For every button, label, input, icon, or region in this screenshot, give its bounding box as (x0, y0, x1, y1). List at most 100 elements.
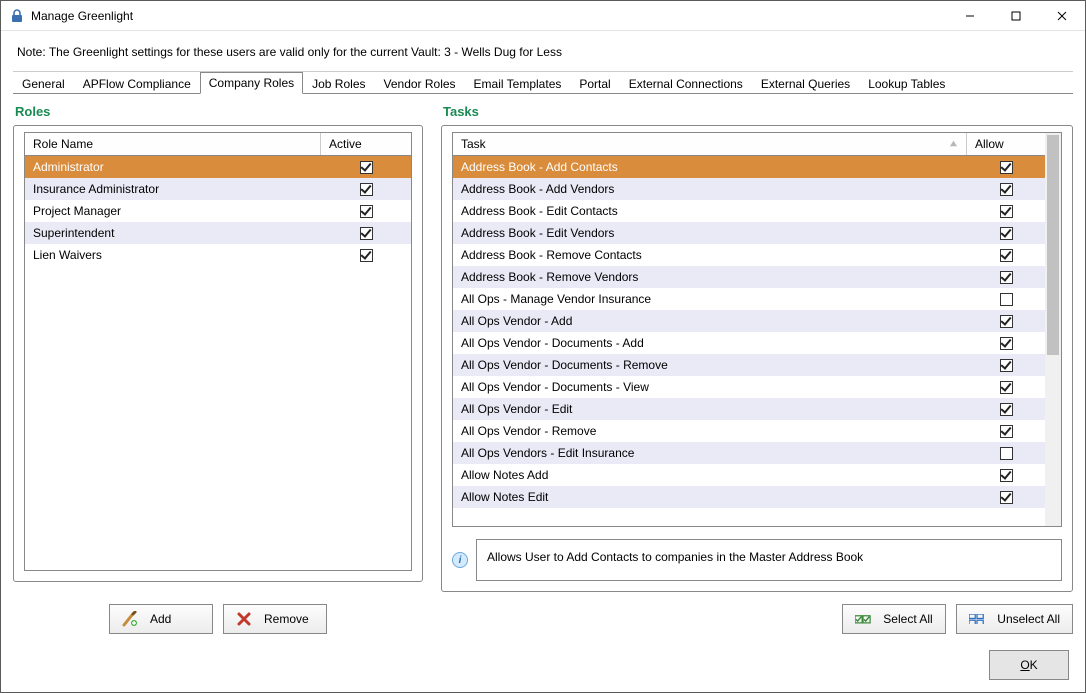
tab-external-queries[interactable]: External Queries (752, 73, 859, 94)
checkbox[interactable] (1000, 359, 1013, 372)
roles-col-name[interactable]: Role Name (25, 133, 321, 155)
tab-general[interactable]: General (13, 73, 74, 94)
task-allow-cell[interactable] (967, 266, 1045, 288)
role-active-cell[interactable] (321, 244, 411, 266)
role-active-cell[interactable] (321, 200, 411, 222)
tasks-row[interactable]: All Ops Vendor - Remove (453, 420, 1045, 442)
role-name-cell: Project Manager (25, 200, 321, 222)
checkbox[interactable] (1000, 425, 1013, 438)
remove-button[interactable]: Remove (223, 604, 327, 634)
tab-apflow-compliance[interactable]: APFlow Compliance (74, 73, 200, 94)
tab-vendor-roles[interactable]: Vendor Roles (375, 73, 465, 94)
checkbox[interactable] (1000, 447, 1013, 460)
role-active-cell[interactable] (321, 178, 411, 200)
select-all-button[interactable]: Select All (842, 604, 946, 634)
task-allow-cell[interactable] (967, 486, 1045, 508)
task-allow-cell[interactable] (967, 464, 1045, 486)
note-bar: Note: The Greenlight settings for these … (13, 31, 1073, 72)
task-allow-cell[interactable] (967, 442, 1045, 464)
checkbox[interactable] (1000, 293, 1013, 306)
tasks-row[interactable]: All Ops Vendors - Edit Insurance (453, 442, 1045, 464)
roles-col-active[interactable]: Active (321, 133, 411, 155)
tasks-row[interactable]: Address Book - Edit Contacts (453, 200, 1045, 222)
tab-email-templates[interactable]: Email Templates (465, 73, 571, 94)
checkbox[interactable] (1000, 271, 1013, 284)
task-name-cell: Address Book - Remove Contacts (453, 244, 967, 266)
checkbox[interactable] (1000, 381, 1013, 394)
window-title: Manage Greenlight (31, 9, 947, 23)
unselect-all-icon (969, 611, 985, 627)
checkbox[interactable] (1000, 337, 1013, 350)
roles-row[interactable]: Superintendent (25, 222, 411, 244)
checkbox[interactable] (1000, 403, 1013, 416)
minimize-button[interactable] (947, 1, 993, 31)
checkbox[interactable] (1000, 491, 1013, 504)
tab-panel-company-roles: Roles Role Name Active AdministratorInsu… (13, 93, 1073, 634)
tasks-row[interactable]: Address Book - Add Contacts (453, 156, 1045, 178)
tasks-col-task-label: Task (461, 137, 486, 151)
tab-job-roles[interactable]: Job Roles (303, 73, 374, 94)
task-allow-cell[interactable] (967, 398, 1045, 420)
tasks-row[interactable]: Allow Notes Add (453, 464, 1045, 486)
roles-row[interactable]: Lien Waivers (25, 244, 411, 266)
tasks-row[interactable]: Allow Notes Edit (453, 486, 1045, 508)
tasks-scrollbar[interactable] (1045, 132, 1062, 527)
close-button[interactable] (1039, 1, 1085, 31)
tab-external-connections[interactable]: External Connections (620, 73, 752, 94)
checkbox[interactable] (1000, 161, 1013, 174)
unselect-all-button[interactable]: Unselect All (956, 604, 1073, 634)
tab-lookup-tables[interactable]: Lookup Tables (859, 73, 954, 94)
roles-section: Roles Role Name Active AdministratorInsu… (13, 104, 423, 634)
task-allow-cell[interactable] (967, 354, 1045, 376)
task-allow-cell[interactable] (967, 288, 1045, 310)
tasks-row[interactable]: All Ops Vendor - Edit (453, 398, 1045, 420)
scrollbar-thumb[interactable] (1047, 135, 1059, 355)
task-allow-cell[interactable] (967, 244, 1045, 266)
checkbox[interactable] (1000, 249, 1013, 262)
tasks-row[interactable]: All Ops Vendor - Documents - Remove (453, 354, 1045, 376)
tasks-row[interactable]: Address Book - Remove Contacts (453, 244, 1045, 266)
tasks-buttons: Select All Unselect All (441, 604, 1073, 634)
tasks-row[interactable]: Address Book - Remove Vendors (453, 266, 1045, 288)
roles-row[interactable]: Project Manager (25, 200, 411, 222)
checkbox[interactable] (1000, 183, 1013, 196)
maximize-button[interactable] (993, 1, 1039, 31)
ok-button[interactable]: OK (989, 650, 1069, 680)
task-name-cell: All Ops Vendor - Documents - Remove (453, 354, 967, 376)
task-allow-cell[interactable] (967, 222, 1045, 244)
add-button[interactable]: Add (109, 604, 213, 634)
checkbox[interactable] (360, 205, 373, 218)
roles-row[interactable]: Insurance Administrator (25, 178, 411, 200)
checkbox[interactable] (360, 249, 373, 262)
tasks-row[interactable]: All Ops Vendor - Add (453, 310, 1045, 332)
task-allow-cell[interactable] (967, 376, 1045, 398)
checkbox[interactable] (1000, 315, 1013, 328)
tasks-row[interactable]: Address Book - Add Vendors (453, 178, 1045, 200)
tasks-row[interactable]: All Ops - Manage Vendor Insurance (453, 288, 1045, 310)
tasks-row[interactable]: All Ops Vendor - Documents - Add (453, 332, 1045, 354)
tasks-col-task[interactable]: Task (453, 133, 967, 155)
tab-company-roles[interactable]: Company Roles (200, 72, 303, 94)
tasks-row[interactable]: Address Book - Edit Vendors (453, 222, 1045, 244)
task-allow-cell[interactable] (967, 420, 1045, 442)
task-allow-cell[interactable] (967, 156, 1045, 178)
task-allow-cell[interactable] (967, 332, 1045, 354)
tasks-row[interactable]: All Ops Vendor - Documents - View (453, 376, 1045, 398)
tasks-col-allow[interactable]: Allow (967, 133, 1045, 155)
task-allow-cell[interactable] (967, 310, 1045, 332)
roles-row[interactable]: Administrator (25, 156, 411, 178)
task-allow-cell[interactable] (967, 178, 1045, 200)
checkbox[interactable] (360, 227, 373, 240)
tasks-title: Tasks (441, 104, 1073, 119)
role-active-cell[interactable] (321, 156, 411, 178)
task-name-cell: All Ops - Manage Vendor Insurance (453, 288, 967, 310)
checkbox[interactable] (360, 161, 373, 174)
task-name-cell: All Ops Vendors - Edit Insurance (453, 442, 967, 464)
checkbox[interactable] (1000, 227, 1013, 240)
checkbox[interactable] (1000, 469, 1013, 482)
tab-portal[interactable]: Portal (570, 73, 619, 94)
role-active-cell[interactable] (321, 222, 411, 244)
checkbox[interactable] (1000, 205, 1013, 218)
checkbox[interactable] (360, 183, 373, 196)
task-allow-cell[interactable] (967, 200, 1045, 222)
